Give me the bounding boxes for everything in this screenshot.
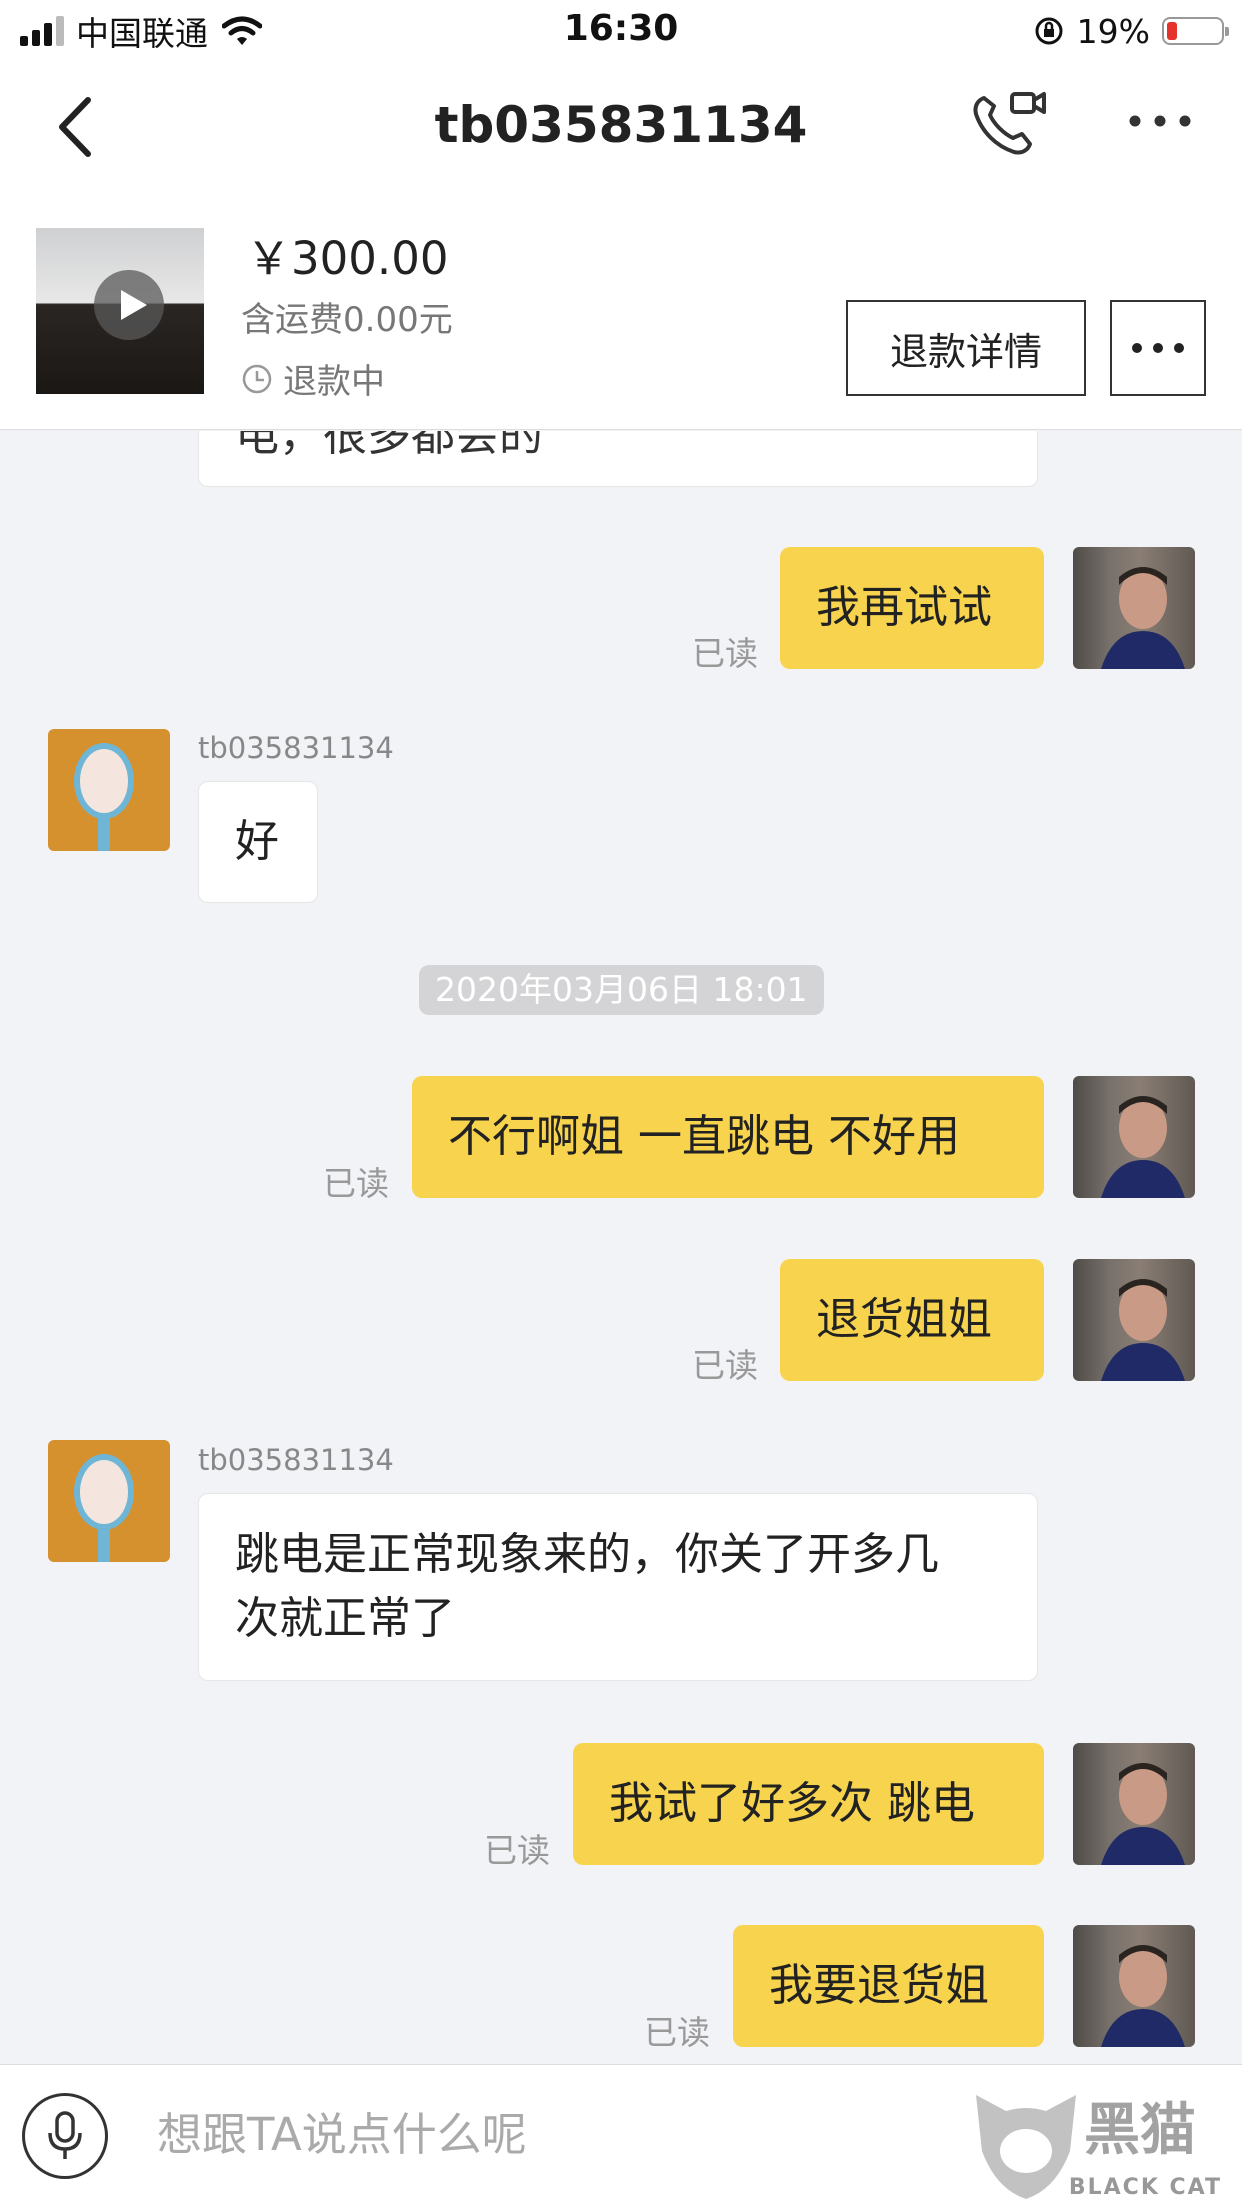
read-receipt: 已读 [692, 634, 758, 673]
order-more-button[interactable] [1110, 300, 1206, 396]
avatar-contact[interactable] [48, 729, 170, 851]
message-bubble-incoming[interactable]: 好 [198, 781, 318, 903]
product-thumbnail[interactable] [36, 228, 204, 394]
status-bar: 中国联通 16:30 19% [0, 0, 1242, 62]
order-price: ￥300.00 [246, 232, 449, 285]
avatar-me[interactable] [1073, 547, 1195, 669]
avatar-me[interactable] [1073, 1259, 1195, 1381]
message-text: 不行啊姐 一直跳电 不好用 [448, 1111, 960, 1162]
read-receipt: 已读 [323, 1164, 389, 1203]
status-right: 19% [1033, 10, 1229, 52]
ellipsis-icon [1132, 343, 1184, 353]
battery-percent: 19% [1076, 11, 1150, 51]
read-receipt: 已读 [644, 2013, 710, 2052]
message-bubble-outgoing[interactable]: 不行啊姐 一直跳电 不好用 [412, 1076, 1044, 1198]
message-text: 我再试试 [816, 582, 992, 633]
person-photo [1101, 1945, 1185, 2047]
message-bubble-outgoing[interactable]: 我要退货姐 [733, 1925, 1044, 2047]
message-text-line: 次就正常了 [235, 1593, 455, 1644]
mirror-photo [74, 1454, 134, 1562]
message-bubble-outgoing[interactable]: 我试了好多次 跳电 [573, 1743, 1044, 1865]
rotation-lock-icon [1035, 17, 1063, 45]
clock-icon [242, 364, 272, 393]
person-photo [1101, 567, 1185, 669]
message-bubble-incoming[interactable]: 跳电是正常现象来的，你关了开多几 次就正常了 [198, 1493, 1038, 1681]
avatar-me[interactable] [1073, 1925, 1195, 2047]
ellipsis-icon[interactable] [1125, 106, 1195, 136]
person-photo [1101, 1279, 1185, 1381]
message-text: 我要退货姐 [769, 1960, 989, 2011]
watermark-en: BLACK CAT [1068, 2175, 1222, 2200]
sender-name: tb035831134 [198, 731, 394, 765]
refund-status: 退款中 [241, 354, 385, 403]
message-bubble-outgoing[interactable]: 退货姐姐 [780, 1259, 1044, 1381]
chat-list[interactable]: 电，很多都会的 已读 我再试试 tb035831134 好 2020年03月06… [0, 431, 1242, 2064]
message-text-line: 跳电是正常现象来的，你关了开多几 [235, 1529, 939, 1580]
person-photo [1101, 1763, 1185, 1865]
refund-status-label: 退款中 [283, 362, 385, 402]
message-text: 退货姐姐 [816, 1294, 992, 1345]
read-receipt: 已读 [484, 1831, 550, 1870]
person-photo [1101, 1096, 1185, 1198]
input-bar: 黑猫 BLACK CAT [0, 2064, 1242, 2208]
play-icon[interactable] [94, 270, 164, 340]
phone-video-icon[interactable] [970, 88, 1050, 158]
shipping-fee: 含运费0.00元 [241, 300, 453, 340]
watermark-logo: 黑猫 BLACK CAT [966, 2081, 1236, 2206]
avatar-me[interactable] [1073, 1076, 1195, 1198]
avatar-me[interactable] [1073, 1743, 1195, 1865]
battery-icon [1162, 17, 1229, 45]
message-bubble-outgoing[interactable]: 我再试试 [780, 547, 1044, 669]
voice-input-button[interactable] [22, 2093, 108, 2179]
message-text: 好 [235, 816, 279, 867]
message-input[interactable] [155, 2107, 959, 2162]
timestamp-chip: 2020年03月06日 18:01 [419, 965, 824, 1015]
refund-details-button[interactable]: 退款详情 [846, 300, 1086, 396]
nav-bar: tb035831134 [0, 62, 1242, 192]
message-text: 我试了好多次 跳电 [609, 1778, 975, 1829]
mirror-photo [74, 743, 134, 851]
sender-name: tb035831134 [198, 1443, 394, 1477]
avatar-contact[interactable] [48, 1440, 170, 1562]
battery-level [1167, 22, 1178, 40]
read-receipt: 已读 [692, 1346, 758, 1385]
microphone-icon [48, 2111, 82, 2159]
order-card: ￥300.00 含运费0.00元 退款中 退款详情 [0, 192, 1242, 430]
page-title: tb035831134 [434, 96, 808, 154]
message-bubble-incoming[interactable]: 电，很多都会的 [198, 431, 1038, 487]
watermark-cn: 黑猫 [1084, 2098, 1196, 2163]
message-text: 电，很多都会的 [235, 431, 543, 461]
